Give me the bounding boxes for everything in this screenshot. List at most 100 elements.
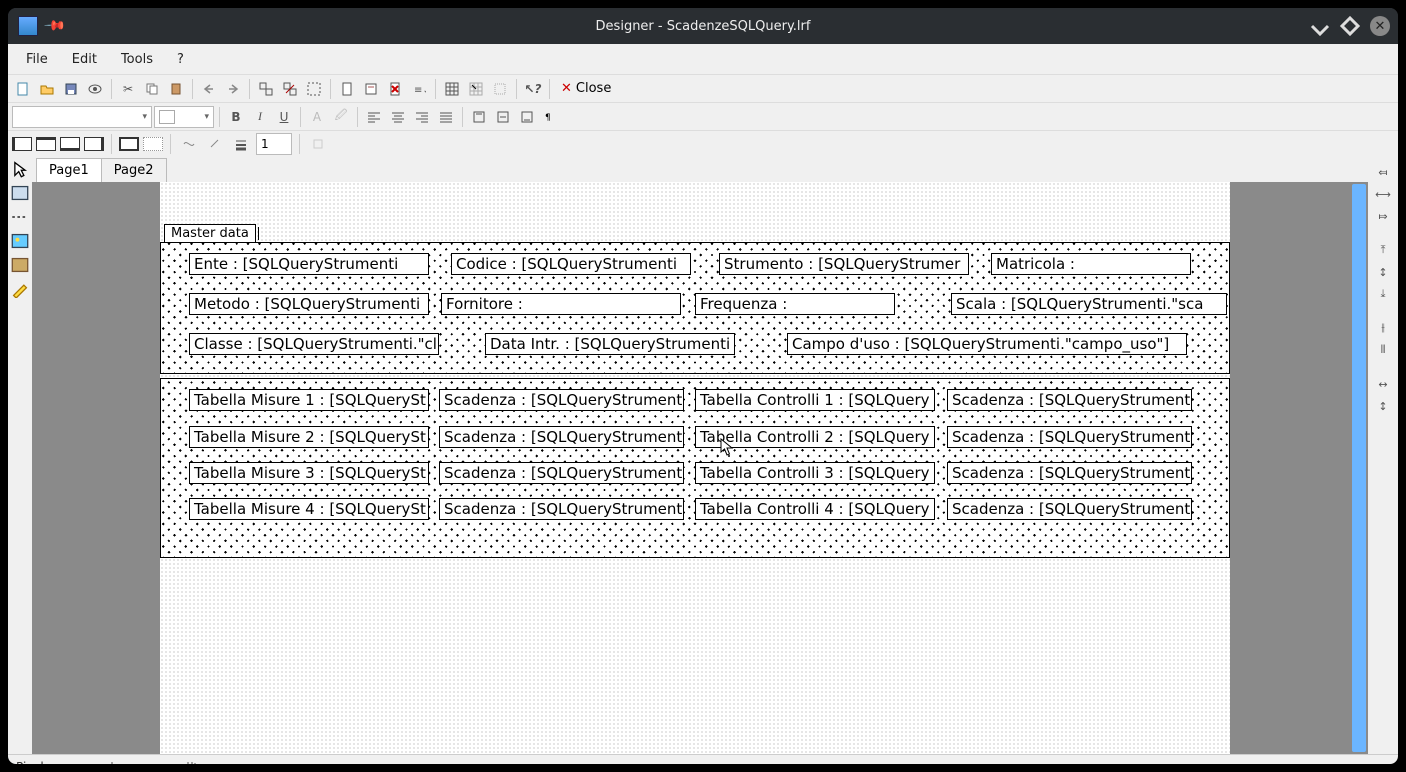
field-tc2[interactable]: Tabella Controlli 2 : [SQLQuery xyxy=(695,426,935,448)
paste-icon[interactable] xyxy=(165,78,187,100)
undo-icon[interactable] xyxy=(198,78,220,100)
image-tool-icon[interactable] xyxy=(11,232,29,250)
field-sc2b[interactable]: Scadenza : [SQLQueryStrument xyxy=(947,426,1192,448)
detail-band[interactable]: Tabella Misure 1 : [SQLQuerySt Scadenza … xyxy=(160,378,1230,558)
group-icon[interactable] xyxy=(255,78,277,100)
close-window-button[interactable]: ✕ xyxy=(1370,16,1390,36)
save-icon[interactable] xyxy=(60,78,82,100)
cut-icon[interactable]: ✂ xyxy=(117,78,139,100)
menu-file[interactable]: File xyxy=(16,48,58,71)
space-h-icon[interactable]: ⫲ xyxy=(1373,320,1393,336)
page-setup-icon[interactable] xyxy=(336,78,358,100)
band-master-data-label[interactable]: Master data xyxy=(164,224,256,243)
field-frequenza[interactable]: Frequenza : xyxy=(695,293,895,315)
report-settings-icon[interactable] xyxy=(360,78,382,100)
field-sc3[interactable]: Scadenza : [SQLQueryStrument xyxy=(439,462,684,484)
open-icon[interactable] xyxy=(36,78,58,100)
field-tc4[interactable]: Tabella Controlli 4 : [SQLQuery xyxy=(695,498,935,520)
pointer-tool-icon[interactable] xyxy=(11,160,29,178)
text-tool-icon[interactable] xyxy=(11,184,29,202)
field-fornitore[interactable]: Fornitore : xyxy=(441,293,681,315)
align-center-icon[interactable] xyxy=(387,106,409,128)
spacing-icon[interactable] xyxy=(307,133,329,155)
field-sc4b[interactable]: Scadenza : [SQLQueryStrument xyxy=(947,498,1192,520)
same-width-icon[interactable]: ↔ xyxy=(1373,376,1393,392)
frame-color-icon[interactable] xyxy=(204,133,226,155)
valign-middle-icon[interactable] xyxy=(492,106,514,128)
whats-this-icon[interactable]: ↖? xyxy=(522,78,544,100)
menu-edit[interactable]: Edit xyxy=(62,48,107,71)
field-codice[interactable]: Codice : [SQLQueryStrumenti xyxy=(451,253,691,275)
variables-icon[interactable]: ≡↓ xyxy=(408,78,430,100)
font-size-combo[interactable]: ▾ xyxy=(154,106,214,128)
report-page[interactable]: Master data Ente : [SQLQueryStrumenti Co… xyxy=(160,182,1230,754)
font-combo[interactable]: ▾ xyxy=(12,106,152,128)
field-scala[interactable]: Scala : [SQLQueryStrumenti."sca xyxy=(951,293,1227,315)
ungroup-icon[interactable] xyxy=(279,78,301,100)
band-tool-icon[interactable] xyxy=(11,208,29,226)
select-all-icon[interactable] xyxy=(303,78,325,100)
tab-page1[interactable]: Page1 xyxy=(36,158,102,182)
subreport-tool-icon[interactable] xyxy=(11,256,29,274)
menu-tools[interactable]: Tools xyxy=(111,48,163,71)
field-tm4[interactable]: Tabella Misure 4 : [SQLQuerySt xyxy=(189,498,429,520)
align-left-icon[interactable] xyxy=(363,106,385,128)
fit-grid-icon[interactable] xyxy=(489,78,511,100)
frame-width-combo[interactable]: 1 xyxy=(256,133,292,155)
field-sc2[interactable]: Scadenza : [SQLQueryStrument xyxy=(439,426,684,448)
align-justify-icon[interactable] xyxy=(435,106,457,128)
field-campo[interactable]: Campo d'uso : [SQLQueryStrumenti."campo_… xyxy=(787,333,1187,355)
bold-icon[interactable]: B xyxy=(225,106,247,128)
field-sc4[interactable]: Scadenza : [SQLQueryStrument xyxy=(439,498,684,520)
field-ente[interactable]: Ente : [SQLQueryStrumenti xyxy=(189,253,429,275)
same-height-icon[interactable]: ↕ xyxy=(1373,398,1393,414)
field-metodo[interactable]: Metodo : [SQLQueryStrumenti xyxy=(189,293,429,315)
text-direction-icon[interactable]: ¶ xyxy=(540,106,562,128)
tab-page2[interactable]: Page2 xyxy=(101,158,167,182)
border-top-icon[interactable] xyxy=(36,137,56,151)
field-matricola[interactable]: Matricola : xyxy=(991,253,1191,275)
border-bottom-icon[interactable] xyxy=(60,137,80,151)
grid-icon[interactable] xyxy=(441,78,463,100)
align-h-center-icon[interactable]: ⟷ xyxy=(1373,186,1393,202)
field-dataintr[interactable]: Data Intr. : [SQLQueryStrumenti xyxy=(485,333,735,355)
border-all-icon[interactable] xyxy=(119,137,139,151)
menu-help[interactable]: ? xyxy=(167,48,194,71)
italic-icon[interactable]: I xyxy=(249,106,271,128)
field-tc1[interactable]: Tabella Controlli 1 : [SQLQuery xyxy=(695,389,935,411)
field-sc1[interactable]: Scadenza : [SQLQueryStrument xyxy=(439,389,684,411)
redo-icon[interactable] xyxy=(222,78,244,100)
field-tm1[interactable]: Tabella Misure 1 : [SQLQuerySt xyxy=(189,389,429,411)
maximize-button[interactable] xyxy=(1340,16,1360,36)
border-none-icon[interactable] xyxy=(143,137,163,151)
close-button[interactable]: ✕Close xyxy=(555,81,617,96)
new-icon[interactable] xyxy=(12,78,34,100)
field-tm2[interactable]: Tabella Misure 2 : [SQLQuerySt xyxy=(189,426,429,448)
align-left-edges-icon[interactable]: ⤆ xyxy=(1373,164,1393,180)
align-right-icon[interactable] xyxy=(411,106,433,128)
copy-icon[interactable] xyxy=(141,78,163,100)
border-left-icon[interactable] xyxy=(12,137,32,151)
align-right-edges-icon[interactable]: ⤇ xyxy=(1373,208,1393,224)
align-top-edges-icon[interactable]: ⤒ xyxy=(1373,242,1393,258)
field-strumento[interactable]: Strumento : [SQLQueryStrumer xyxy=(719,253,969,275)
space-v-icon[interactable]: ⫴ xyxy=(1373,342,1393,358)
preview-icon[interactable] xyxy=(84,78,106,100)
align-v-center-icon[interactable]: ↕ xyxy=(1373,264,1393,280)
vertical-scrollbar[interactable] xyxy=(1352,184,1366,752)
snap-grid-icon[interactable] xyxy=(465,78,487,100)
delete-page-icon[interactable] xyxy=(384,78,406,100)
align-bottom-edges-icon[interactable]: ⤓ xyxy=(1373,286,1393,302)
border-right-icon[interactable] xyxy=(84,137,104,151)
valign-top-icon[interactable] xyxy=(468,106,490,128)
underline-icon[interactable]: U xyxy=(273,106,295,128)
field-tc3[interactable]: Tabella Controlli 3 : [SQLQuery xyxy=(695,462,935,484)
frame-width-icon[interactable] xyxy=(230,133,252,155)
field-sc1b[interactable]: Scadenza : [SQLQueryStrument xyxy=(947,389,1192,411)
valign-bottom-icon[interactable] xyxy=(516,106,538,128)
field-sc3b[interactable]: Scadenza : [SQLQueryStrument xyxy=(947,462,1192,484)
minimize-button[interactable] xyxy=(1310,16,1330,36)
font-color-icon[interactable]: A xyxy=(306,106,328,128)
master-data-band[interactable]: Ente : [SQLQueryStrumenti Codice : [SQLQ… xyxy=(160,242,1230,374)
titlebar[interactable]: 📌 Designer - ScadenzeSQLQuery.lrf ✕ xyxy=(8,8,1398,44)
